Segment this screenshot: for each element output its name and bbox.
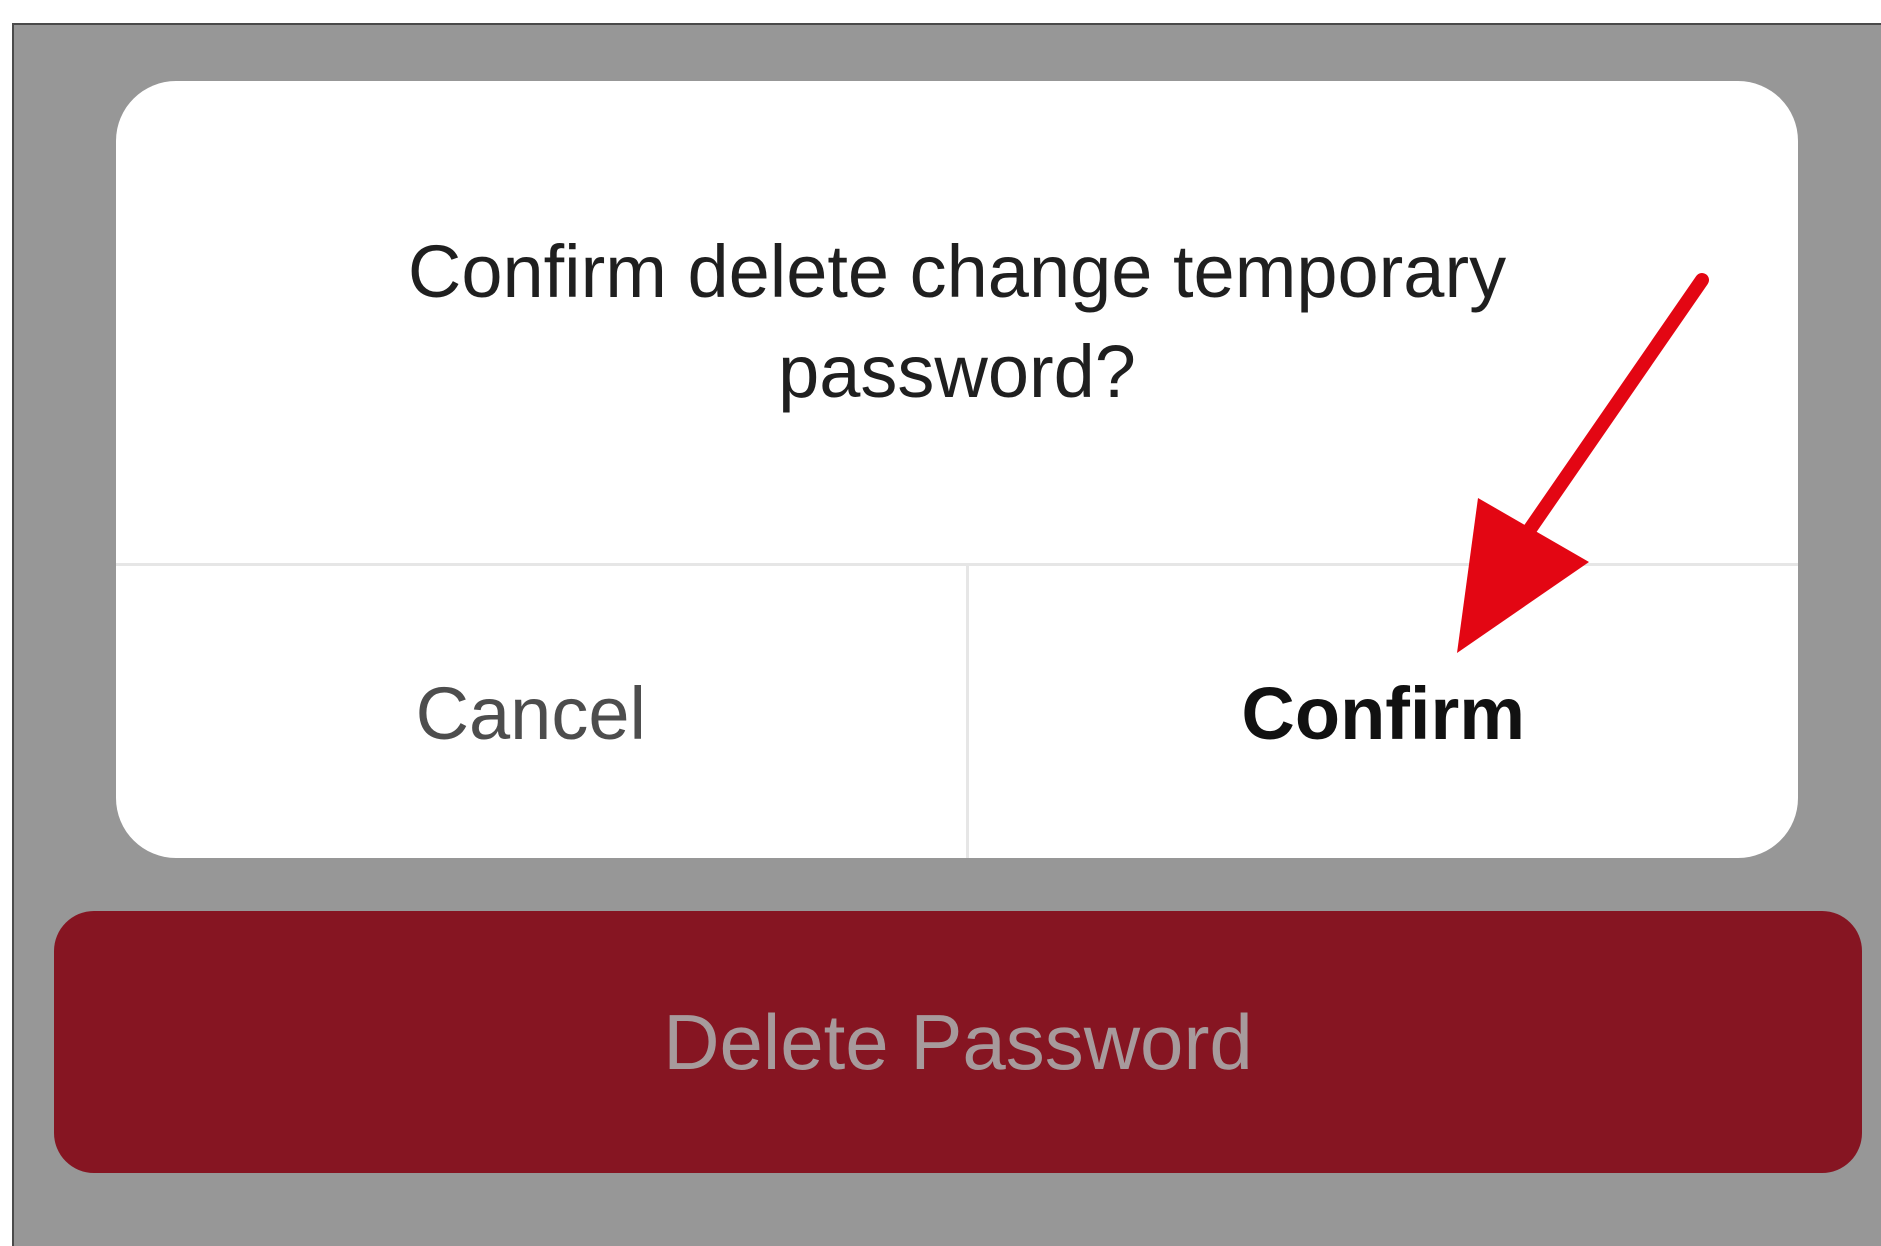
- dialog-actions: Cancel Confirm: [116, 563, 1798, 858]
- confirm-button[interactable]: Confirm: [969, 566, 1799, 858]
- confirm-dialog: Confirm delete change temporary password…: [116, 81, 1798, 858]
- screen-overlay: Confirm delete change temporary password…: [12, 23, 1881, 1246]
- delete-password-button[interactable]: Delete Password: [54, 911, 1862, 1173]
- cancel-button[interactable]: Cancel: [116, 566, 969, 858]
- dialog-message: Confirm delete change temporary password…: [407, 230, 1507, 413]
